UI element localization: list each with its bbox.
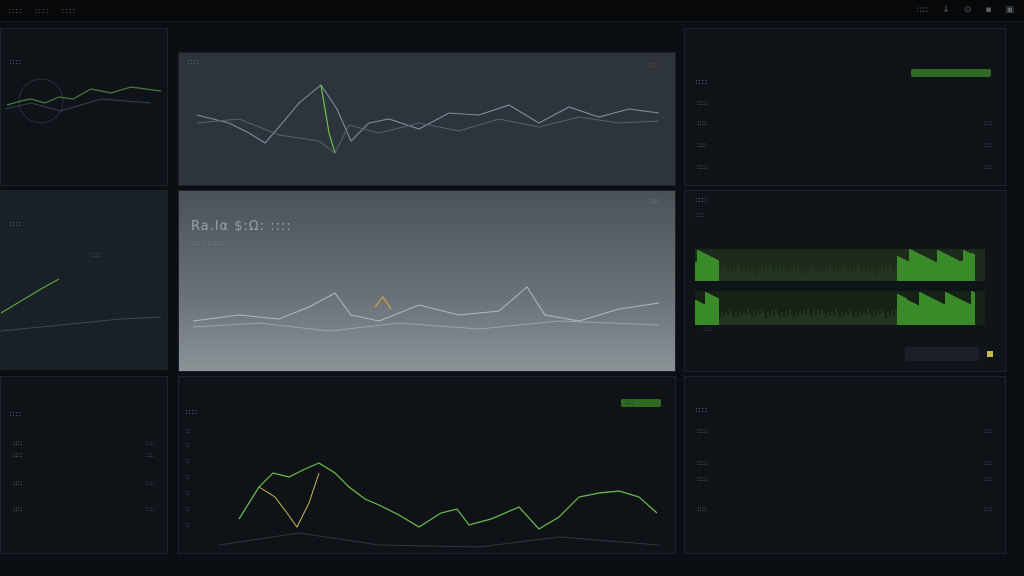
list-item[interactable]: :::::::: xyxy=(697,119,993,131)
status-badge xyxy=(911,69,991,77)
row-name: :::: xyxy=(13,439,23,447)
row-name: :::: xyxy=(697,119,707,127)
spectrum-band-lower xyxy=(695,291,985,325)
row-value: :::: xyxy=(983,141,993,149)
menu-item-2[interactable]: :::: xyxy=(35,6,50,15)
top-menu-bar: :::: :::: :::: :::: ↓ ⊙ ▪ ▣ xyxy=(0,0,1024,22)
center-mid-panel: :::: Ra.lα $:Ω: :::: :::: :::: :::: xyxy=(178,190,676,372)
row-name: :::: xyxy=(13,451,23,459)
row-name: :::: xyxy=(697,427,707,435)
row-value: :::: xyxy=(983,505,993,513)
row-value: :::: xyxy=(145,479,155,487)
panel-footer: :::: xyxy=(703,325,713,333)
list-item[interactable]: :::::::: xyxy=(697,163,993,175)
radar-plot xyxy=(4,78,162,124)
row-name: :::: xyxy=(697,475,707,483)
window-icon[interactable]: ▣ xyxy=(1005,5,1014,15)
left-bottom-panel: :::: :::::::: :::::::: :::::::: :::::::: xyxy=(0,376,168,554)
waveform-chart xyxy=(196,84,660,154)
row-name: :::: xyxy=(697,141,707,149)
spectrum-band-upper xyxy=(695,249,985,281)
row-name: :::: xyxy=(697,459,707,467)
row-value: :::: xyxy=(983,459,993,467)
menu-item-1[interactable]: :::: xyxy=(8,6,23,15)
window-controls: :::: ↓ ⊙ ▪ ▣ xyxy=(916,5,1014,15)
center-top-panel: :::: :::: xyxy=(178,52,676,186)
progress-track xyxy=(905,347,979,361)
list-item[interactable]: :::::::: xyxy=(697,459,993,471)
signal-chart xyxy=(218,462,660,548)
menu-item-3[interactable]: :::: xyxy=(62,6,77,15)
row-value: :::: xyxy=(145,439,155,447)
list-item[interactable]: :::: xyxy=(697,99,993,111)
panel-title: :::: xyxy=(695,195,708,204)
panel-title: :::: xyxy=(695,77,708,86)
center-bottom-panel: :::: :::: :: :: :: :: :: :: :: xyxy=(178,376,676,554)
list-item[interactable]: :::::::: xyxy=(13,505,155,517)
row-value: :::: xyxy=(145,505,155,513)
record-icon[interactable]: ⊙ xyxy=(964,5,972,15)
download-icon[interactable]: ↓ xyxy=(942,5,950,15)
overlay-line-chart xyxy=(192,286,660,332)
left-mid-panel: :::: :::: xyxy=(0,190,168,370)
menu-group: :::: :::: :::: xyxy=(8,6,76,15)
list-item[interactable]: :::::::: xyxy=(13,439,155,451)
row-name: :::: xyxy=(697,163,707,171)
spectrum-bar xyxy=(973,292,975,325)
list-item[interactable]: :::::::: xyxy=(13,451,155,463)
list-item[interactable]: :::::::: xyxy=(697,427,993,439)
row-value: :::: xyxy=(983,475,993,483)
panel-title: :::: xyxy=(9,409,22,418)
row-value: :::: xyxy=(145,451,155,459)
list-item[interactable]: :::::::: xyxy=(697,141,993,153)
warning-icon[interactable] xyxy=(987,351,993,357)
panel-subtitle: :::: xyxy=(695,211,705,219)
line-chart xyxy=(1,278,162,332)
right-bottom-panel: :::: :::::::: :::::::: :::::::: :::::::: xyxy=(684,376,1006,554)
status-text: :::: xyxy=(916,5,929,15)
right-top-panel: :::: :::: :::::::: :::::::: :::::::: xyxy=(684,28,1006,186)
row-name: :::: xyxy=(13,479,23,487)
row-value: :::: xyxy=(983,427,993,435)
list-item[interactable]: :::::::: xyxy=(697,475,993,487)
left-top-panel: :::: xyxy=(0,28,168,186)
list-item[interactable]: :::::::: xyxy=(697,505,993,517)
spectrum-bar xyxy=(973,254,975,281)
row-name: :::: xyxy=(697,99,707,107)
list-item[interactable]: :::::::: xyxy=(13,479,155,491)
row-name: :::: xyxy=(13,505,23,513)
right-mid-panel: :::: :::: :::: xyxy=(684,190,1006,372)
panel-title: :::: xyxy=(695,405,708,414)
stop-icon[interactable]: ▪ xyxy=(985,5,991,15)
row-value: :::: xyxy=(983,163,993,171)
row-value: :::: xyxy=(983,119,993,127)
row-name: :::: xyxy=(697,505,707,513)
